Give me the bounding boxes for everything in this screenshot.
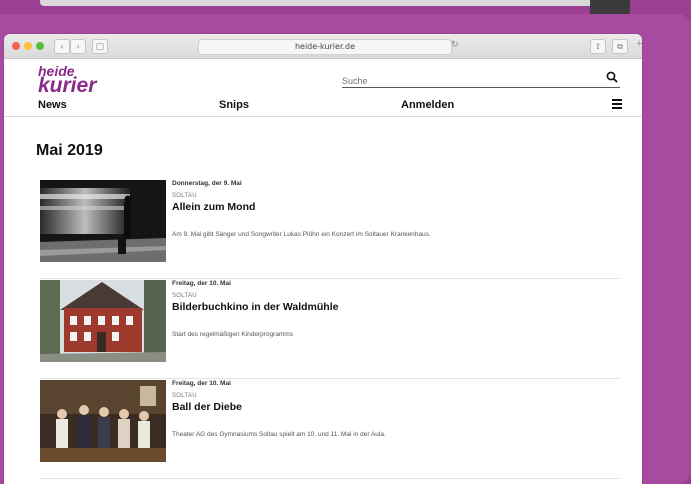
zoom-window-button[interactable] <box>36 42 44 50</box>
header-divider <box>4 116 642 117</box>
article-teaser: Theater AG des Gymnasiums Soltau spielt … <box>172 431 386 438</box>
tabs-overview-icon[interactable]: ⧉ <box>612 39 628 54</box>
logo-line-2: kurier <box>38 74 97 97</box>
article-location: SOLTAU <box>172 393 197 399</box>
article-item[interactable]: Freitag, der 10. Mai SOLTAU Ball der Die… <box>40 380 620 479</box>
article-meta: Freitag, der 10. Mai SOLTAU Ball der Die… <box>172 380 386 438</box>
article-thumbnail[interactable] <box>40 280 166 362</box>
nav-anmelden[interactable]: Anmelden <box>401 99 454 111</box>
article-date: Freitag, der 10. Mai <box>172 280 231 287</box>
close-window-button[interactable] <box>12 42 20 50</box>
search-input[interactable] <box>342 76 582 86</box>
forward-button[interactable]: › <box>70 39 86 54</box>
site-header: heide kurier News Snips Anmelden <box>4 59 642 113</box>
article-date: Donnerstag, der 9. Mai <box>172 180 242 187</box>
sidebar-toggle-icon[interactable]: ▢ <box>92 39 108 54</box>
article-teaser: Am 9. Mai gibt Sänger und Songwriter Luk… <box>172 231 431 238</box>
main-navigation: News Snips Anmelden <box>38 99 622 115</box>
article-location: SOLTAU <box>172 293 197 299</box>
article-title[interactable]: Ball der Diebe <box>172 401 386 413</box>
article-thumbnail[interactable] <box>40 180 166 262</box>
article-meta: Donnerstag, der 9. Mai SOLTAU Allein zum… <box>172 180 431 238</box>
article-title[interactable]: Allein zum Mond <box>172 201 431 213</box>
address-bar[interactable]: heide-kurier.de <box>198 39 452 55</box>
reload-icon[interactable]: ↻ <box>451 39 459 50</box>
article-date: Freitag, der 10. Mai <box>172 380 231 387</box>
article-teaser: Start des regelmäßigen Kinderprogramms <box>172 331 294 338</box>
search-box <box>342 71 620 88</box>
url-text: heide-kurier.de <box>294 42 356 51</box>
browser-window: ‹ › ▢ heide-kurier.de ↻ ⇪ ⧉ + heide kuri… <box>4 34 642 484</box>
month-heading: Mai 2019 <box>36 142 103 159</box>
search-icon[interactable] <box>606 71 618 83</box>
hamburger-menu-icon[interactable] <box>612 99 622 111</box>
site-logo[interactable]: heide kurier <box>38 64 97 97</box>
back-button[interactable]: ‹ <box>54 39 70 54</box>
article-meta: Freitag, der 10. Mai SOLTAU Bilderbuchki… <box>172 280 338 338</box>
browser-toolbar: ‹ › ▢ heide-kurier.de ↻ ⇪ ⧉ + <box>4 34 642 59</box>
new-tab-icon[interactable]: + <box>636 38 642 50</box>
share-icon[interactable]: ⇪ <box>590 39 606 54</box>
article-item[interactable]: Donnerstag, der 9. Mai SOLTAU Allein zum… <box>40 180 620 279</box>
article-location: SOLTAU <box>172 193 197 199</box>
nav-snips[interactable]: Snips <box>219 99 249 111</box>
minimize-window-button[interactable] <box>24 42 32 50</box>
article-title[interactable]: Bilderbuchkino in der Waldmühle <box>172 301 338 313</box>
article-thumbnail[interactable] <box>40 380 166 462</box>
nav-news[interactable]: News <box>38 99 67 111</box>
background-window-edge <box>40 0 600 6</box>
article-item[interactable]: Freitag, der 10. Mai SOLTAU Bilderbuchki… <box>40 280 620 379</box>
